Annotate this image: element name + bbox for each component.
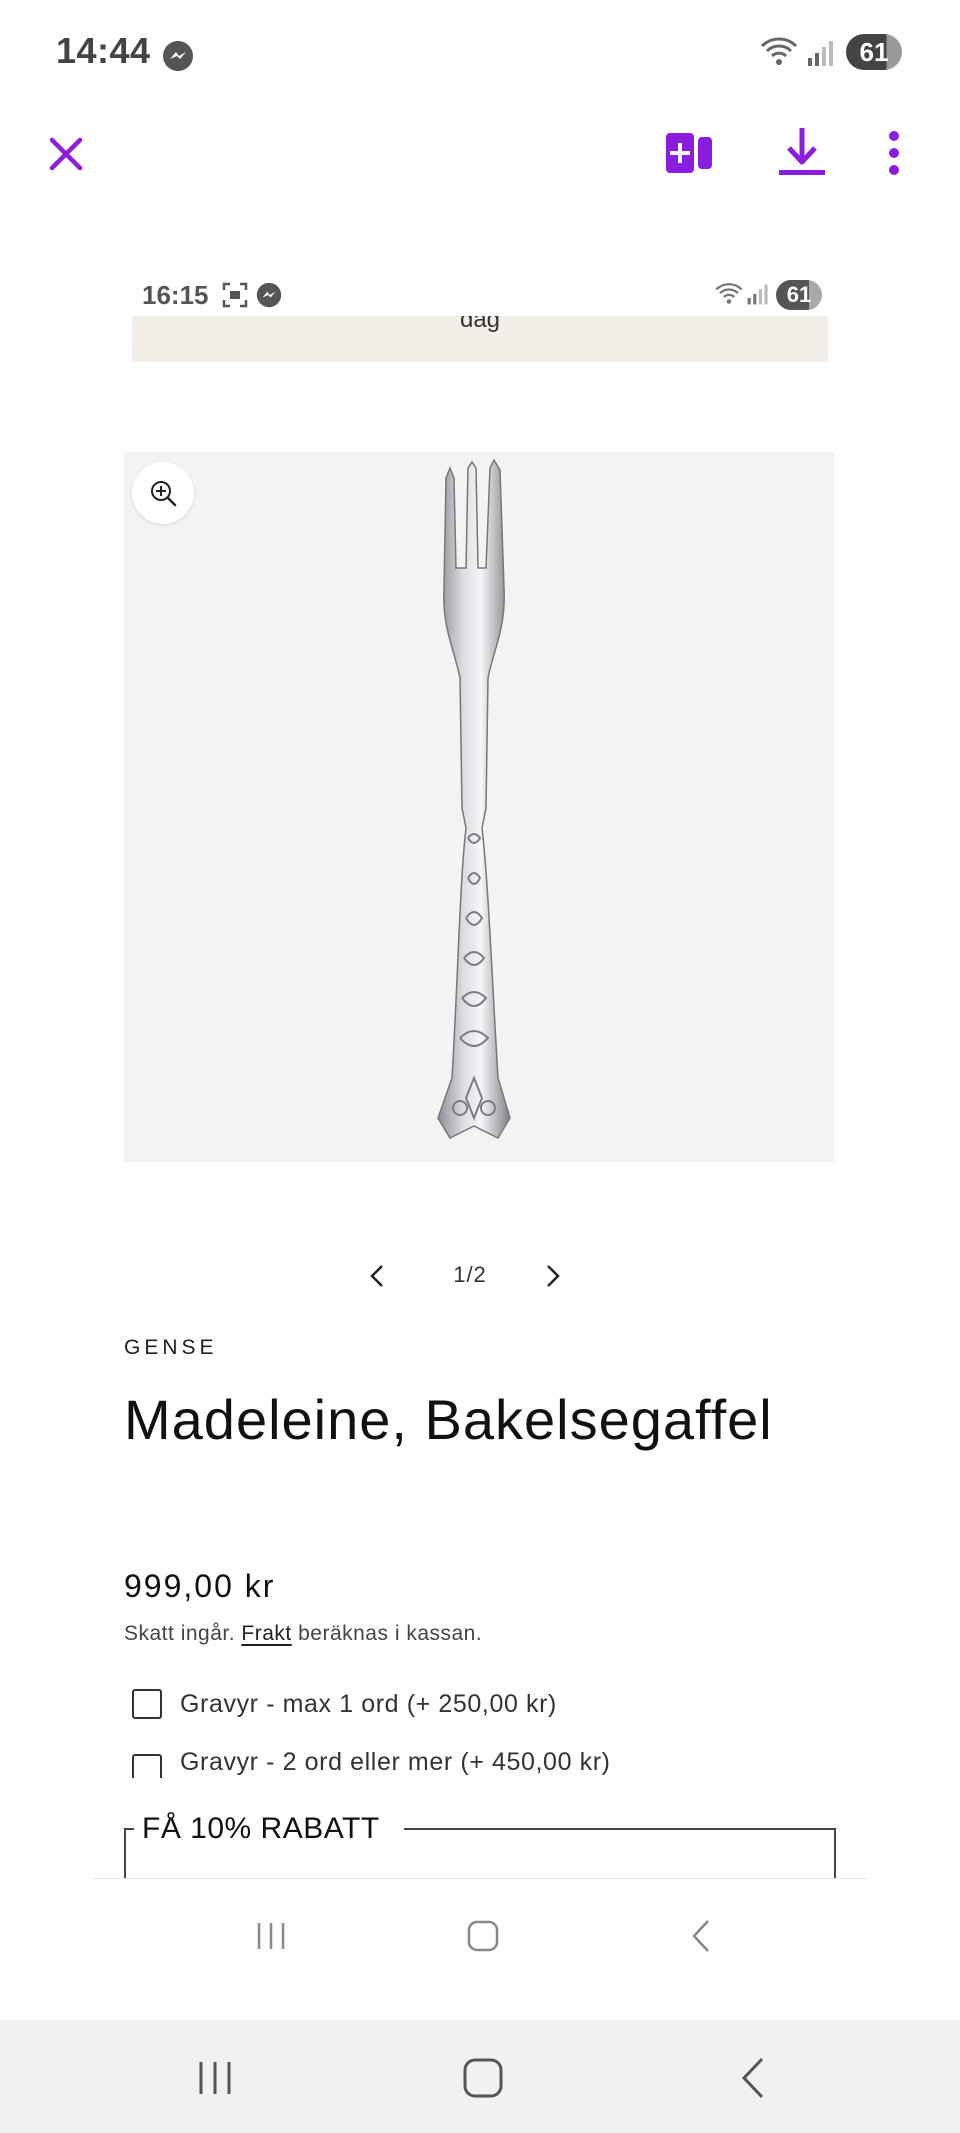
system-navigation-bar (0, 2020, 960, 2133)
fork-image (437, 458, 511, 1139)
signal-icon (808, 41, 833, 66)
add-page-icon (666, 133, 712, 173)
gallery-navigation: 1/2 (90, 1252, 870, 1302)
previous-image-button[interactable] (362, 1260, 394, 1292)
close-icon (49, 137, 83, 171)
messenger-icon (256, 282, 282, 308)
back-icon (692, 1920, 709, 1952)
discount-banner-label: FÅ 10% RABATT (134, 1812, 404, 1846)
product-title: Madeleine, Bakelsegaffel (124, 1388, 773, 1451)
home-icon (467, 1920, 499, 1952)
tax-note-prefix: Skatt ingår. (124, 1622, 236, 1645)
screenshot-preview: 16:15 61 dag 1/2 GENSE Madeleine, Bakels… (90, 252, 870, 1882)
checkbox[interactable] (132, 1754, 162, 1778)
engraving-option-1[interactable]: Gravyr - max 1 ord (+ 250,00 kr) (132, 1684, 557, 1724)
back-icon (741, 2057, 764, 2099)
status-bar: 14:44 61 (0, 0, 960, 110)
discount-banner[interactable]: FÅ 10% RABATT (124, 1812, 836, 1882)
battery-indicator: 61 (846, 34, 902, 70)
chevron-left-icon (370, 1265, 383, 1287)
inner-status-bar: 16:15 61 (90, 252, 870, 316)
product-image[interactable] (124, 452, 834, 1162)
close-button[interactable] (40, 128, 92, 180)
chevron-right-icon (547, 1265, 560, 1287)
wifi-icon (760, 37, 798, 65)
viewer-toolbar (0, 110, 960, 220)
inner-recents-button (246, 1911, 296, 1961)
home-button[interactable] (455, 2050, 511, 2106)
inner-back-button (676, 1911, 726, 1961)
zoom-in-icon (151, 481, 177, 507)
battery-indicator: 61 (776, 280, 822, 310)
announcement-text: dag (459, 316, 501, 333)
image-counter: 1/2 (453, 1262, 487, 1287)
zoom-button[interactable] (132, 462, 194, 524)
tax-note-suffix: beräknas i kassan. (298, 1622, 483, 1645)
option-label: Gravyr - 2 ord eller mer (+ 450,00 kr) (180, 1748, 611, 1776)
more-vertical-icon (889, 131, 899, 175)
add-page-button[interactable] (660, 124, 718, 182)
option-label: Gravyr - max 1 ord (+ 250,00 kr) (180, 1689, 557, 1718)
status-time: 14:44 (56, 30, 151, 71)
inner-home-button (458, 1911, 508, 1961)
back-button[interactable] (725, 2050, 781, 2106)
next-image-button[interactable] (536, 1260, 568, 1292)
engraving-option-2[interactable]: Gravyr - 2 ord eller mer (+ 450,00 kr) (132, 1748, 611, 1778)
wifi-icon (715, 283, 743, 304)
tax-note: Skatt ingår. Frakt beräknas i kassan. (124, 1622, 482, 1646)
recents-icon (257, 1923, 285, 1949)
recents-button[interactable] (187, 2050, 243, 2106)
product-price: 999,00 kr (124, 1568, 276, 1604)
product-vendor: GENSE (124, 1336, 218, 1359)
download-button[interactable] (772, 122, 832, 182)
inner-status-time: 16:15 (142, 280, 209, 310)
signal-icon (747, 284, 768, 305)
download-icon (779, 128, 825, 175)
inner-navigation-bar (92, 1878, 868, 1997)
messenger-icon (163, 41, 193, 71)
home-icon (463, 2058, 503, 2098)
checkbox[interactable] (132, 1689, 162, 1719)
recents-icon (199, 2062, 231, 2094)
shipping-link[interactable]: Frakt (241, 1622, 291, 1645)
announcement-bar: dag (132, 316, 828, 362)
screenshot-scan-icon (222, 282, 248, 308)
more-options-button[interactable] (872, 124, 916, 182)
